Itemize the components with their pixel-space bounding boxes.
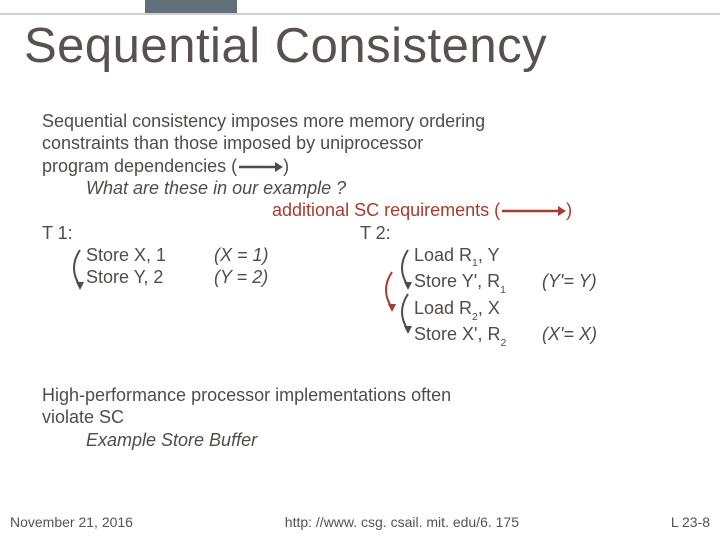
para2-line1: High-performance processor implementatio… (42, 384, 700, 406)
t1-dependency-curve-icon (66, 246, 88, 290)
t2-load-r1: Load R1, Y (414, 244, 542, 271)
footer-url: http: //www. csg. csail. mit. edu/6. 175 (285, 514, 519, 530)
para2-line2: violate SC (42, 406, 700, 428)
sc-requirements-line: additional SC requirements () (272, 199, 700, 221)
slide-title: Sequential Consistency (24, 18, 547, 74)
slide-footer: November 21, 2016 http: //www. csg. csai… (0, 514, 720, 530)
para1-line3-a: program dependencies ( (42, 156, 237, 176)
para2-example: Example Store Buffer (86, 429, 700, 451)
slide-body: Sequential consistency imposes more memo… (42, 110, 700, 451)
thread2-block: T 2: Load R1, Y Store Y', R1 (Y'= Y) Loa… (360, 222, 636, 350)
t1-store-x-annot: (X = 1) (214, 244, 312, 266)
t1-store-y: Store Y, 2 (86, 266, 214, 288)
sc-arrow-icon (500, 204, 566, 218)
top-divider (0, 13, 720, 15)
t2-header: T 2: (360, 222, 636, 244)
para1-line1: Sequential consistency imposes more memo… (42, 110, 700, 132)
t1-header: T 1: (42, 222, 360, 244)
footer-page-number: L 23-8 (671, 514, 710, 530)
footer-date: November 21, 2016 (10, 514, 133, 530)
para1-line3-b: ) (283, 156, 289, 176)
para1-line3: program dependencies () (42, 155, 700, 177)
t1-store-x: Store X, 1 (86, 244, 214, 266)
para1-line2: constraints than those imposed by unipro… (42, 132, 700, 154)
t2-store-xp: Store X', R2 (414, 323, 542, 350)
t2-sc-curve-icon (378, 268, 400, 312)
t2-store-yp: Store Y', R1 (414, 270, 542, 297)
accent-bar (145, 0, 237, 13)
t2-store-yp-annot: (Y'= Y) (542, 270, 636, 292)
sc-req-b: ) (566, 200, 572, 220)
t1-store-y-annot: (Y = 2) (214, 266, 312, 288)
dependency-arrow-icon (237, 160, 283, 174)
t2-load-r2: Load R2, X (414, 297, 542, 324)
para1-question: What are these in our example ? (86, 177, 700, 199)
t2-store-xp-annot: (X'= X) (542, 323, 636, 345)
sc-req-a: additional SC requirements ( (272, 200, 500, 220)
thread1-block: T 1: Store X, 1 (X = 1) Store Y, 2 (Y = … (42, 222, 360, 350)
